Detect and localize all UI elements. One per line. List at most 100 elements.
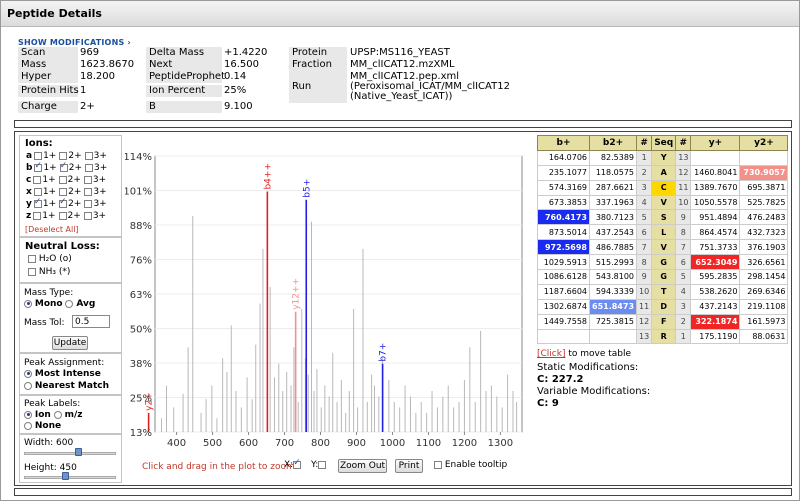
width-label: Width: 600 [24, 438, 74, 448]
ion-mass-cell: 594.3339 [588, 283, 638, 300]
ion-mass-cell: 543.8100 [588, 269, 638, 285]
label-type-row: Ion m/z [24, 410, 82, 420]
hyper-label: Hyper [18, 71, 78, 83]
ion-mass-cell: 2 [675, 313, 692, 330]
ion-a-charge-1-checkbox[interactable] [34, 151, 43, 160]
next-label: Next [146, 59, 222, 71]
move-table-link[interactable]: [Click] [537, 349, 565, 359]
ion-mass-cell: 1 [636, 149, 653, 166]
table-header-cell: Seq [651, 135, 677, 151]
ion-y-charge-1-checkbox[interactable] [33, 197, 42, 208]
none-row: None [24, 421, 61, 431]
ion-mass-cell: 1389.7670 [690, 179, 741, 196]
ion-mass-cell: 760.4173 [537, 209, 590, 226]
ion-y-charge-2-checkbox[interactable] [59, 197, 68, 208]
ion-mass-cell: 673.3853 [537, 194, 590, 211]
ion-mass-cell: 298.1454 [739, 269, 789, 285]
mass-box: Mass Type: Mono Avg Mass Tol: Update [19, 283, 122, 353]
b-label: B [146, 101, 222, 113]
deselect-all-link[interactable]: [Deselect All] [25, 225, 79, 234]
ion-row-z: z 1+ 2+ 3+ [26, 211, 109, 222]
ion-percent-label: Ion Percent [146, 85, 222, 97]
ion-b-charge-1-checkbox[interactable] [34, 161, 43, 172]
sequence-residue-cell: A [651, 164, 677, 181]
mass-value: 1623.8670 [80, 59, 135, 70]
spectrum-plot[interactable]: b4++ b5+y12++b7+y2+ 114%101%88%76%63%50%3… [125, 135, 530, 475]
ion-mass-cell: 118.0575 [588, 164, 638, 181]
width-slider-handle[interactable] [75, 448, 82, 456]
avg-label: Avg [76, 299, 96, 309]
ion-x-charge-3-checkbox[interactable] [84, 187, 93, 196]
enable-tooltip-checkbox[interactable] [434, 460, 442, 469]
sequence-residue-cell: G [651, 269, 677, 285]
nearest-match-radio[interactable] [24, 381, 32, 390]
ion-y-charge-3-checkbox[interactable] [84, 199, 93, 208]
ion-z-charge-1-checkbox[interactable] [33, 211, 42, 220]
charge-label: 1+ [43, 151, 57, 161]
none-radio[interactable] [24, 421, 32, 430]
ion-mass-cell [690, 149, 741, 166]
enable-tooltip-label: Enable tooltip [444, 460, 508, 470]
bottom-divider [14, 488, 792, 496]
ion-mass-cell [588, 328, 638, 345]
ion-c-charge-3-checkbox[interactable] [83, 175, 92, 184]
ion-b-charge-2-checkbox[interactable] [59, 161, 68, 172]
ion-mass-cell: 437.2543 [588, 224, 638, 241]
ion-mass-cell: 219.1108 [739, 298, 789, 315]
charge-label: 3+ [92, 175, 107, 185]
ion-mass-cell: 235.1077 [537, 164, 590, 181]
mz-radio[interactable] [53, 410, 62, 419]
x-zoom-checkbox[interactable] [293, 458, 302, 469]
show-modifications-link[interactable]: SHOW MODIFICATIONS › [18, 38, 131, 47]
mass-tol-input[interactable] [72, 315, 110, 328]
charge-label: 2+ [67, 175, 81, 185]
charge-label: 3+ [93, 199, 107, 209]
sequence-residue-cell: D [651, 298, 677, 315]
ion-mass-cell: 6 [636, 224, 653, 241]
y-tick-label: 13% [130, 428, 152, 439]
ion-x-charge-1-checkbox[interactable] [33, 187, 42, 196]
ion-mass-cell: 873.5014 [537, 224, 590, 241]
ion-a-charge-2-checkbox[interactable] [59, 151, 68, 160]
ion-mass-cell: 864.4574 [690, 224, 741, 241]
x-tick-label: 600 [239, 438, 258, 449]
zoom-out-button[interactable]: Zoom Out [338, 459, 387, 473]
charge-label: 2+ [68, 151, 82, 161]
ion-mass-cell: 7 [636, 239, 653, 256]
table-header-cell: b2+ [588, 135, 638, 151]
ion-row-c: c 1+ 2+ 3+ [26, 175, 109, 186]
update-button[interactable]: Update [52, 336, 88, 350]
sequence-residue-cell: G [651, 254, 677, 271]
charge-label: 2+ [67, 211, 81, 221]
charge-label: 3+ [94, 163, 108, 173]
most-intense-radio[interactable] [24, 369, 32, 378]
mz-radio-label: m/z [64, 410, 83, 420]
table-row: 873.5014 437.2543 6 L 8 864.4574 432.7323 [537, 224, 789, 241]
nh3-checkbox[interactable] [28, 267, 36, 276]
ion-letter: x [26, 187, 32, 197]
ion-b-charge-3-checkbox[interactable] [85, 163, 94, 172]
ion-z-charge-3-checkbox[interactable] [83, 211, 92, 220]
h2o-checkbox[interactable] [28, 254, 36, 263]
ion-a-charge-3-checkbox[interactable] [84, 151, 93, 160]
mono-radio[interactable] [24, 299, 32, 308]
avg-radio[interactable] [65, 299, 74, 308]
charge-label: 1+ [42, 211, 56, 221]
ion-x-charge-2-checkbox[interactable] [59, 187, 68, 196]
title-bar: Peptide Details [1, 1, 799, 27]
height-slider-handle[interactable] [62, 472, 70, 480]
ion-radio[interactable] [24, 410, 32, 419]
ion-mass-cell: 4 [675, 283, 692, 300]
ion-c-charge-1-checkbox[interactable] [33, 175, 42, 184]
width-slider-track[interactable] [24, 452, 116, 455]
y-zoom-checkbox[interactable] [318, 460, 327, 469]
protein-hits-value: 1 [80, 85, 87, 96]
ion-c-charge-2-checkbox[interactable] [58, 175, 67, 184]
height-slider-track[interactable] [24, 476, 116, 479]
ion-mass-cell: 8 [675, 224, 692, 241]
ion-mass-cell: 1449.7558 [537, 313, 590, 330]
ion-mass-cell: 651.8473 [588, 298, 638, 315]
print-button[interactable]: Print [395, 459, 423, 473]
protein-hits-label: Protein Hits [18, 85, 79, 97]
ion-z-charge-2-checkbox[interactable] [58, 211, 67, 220]
